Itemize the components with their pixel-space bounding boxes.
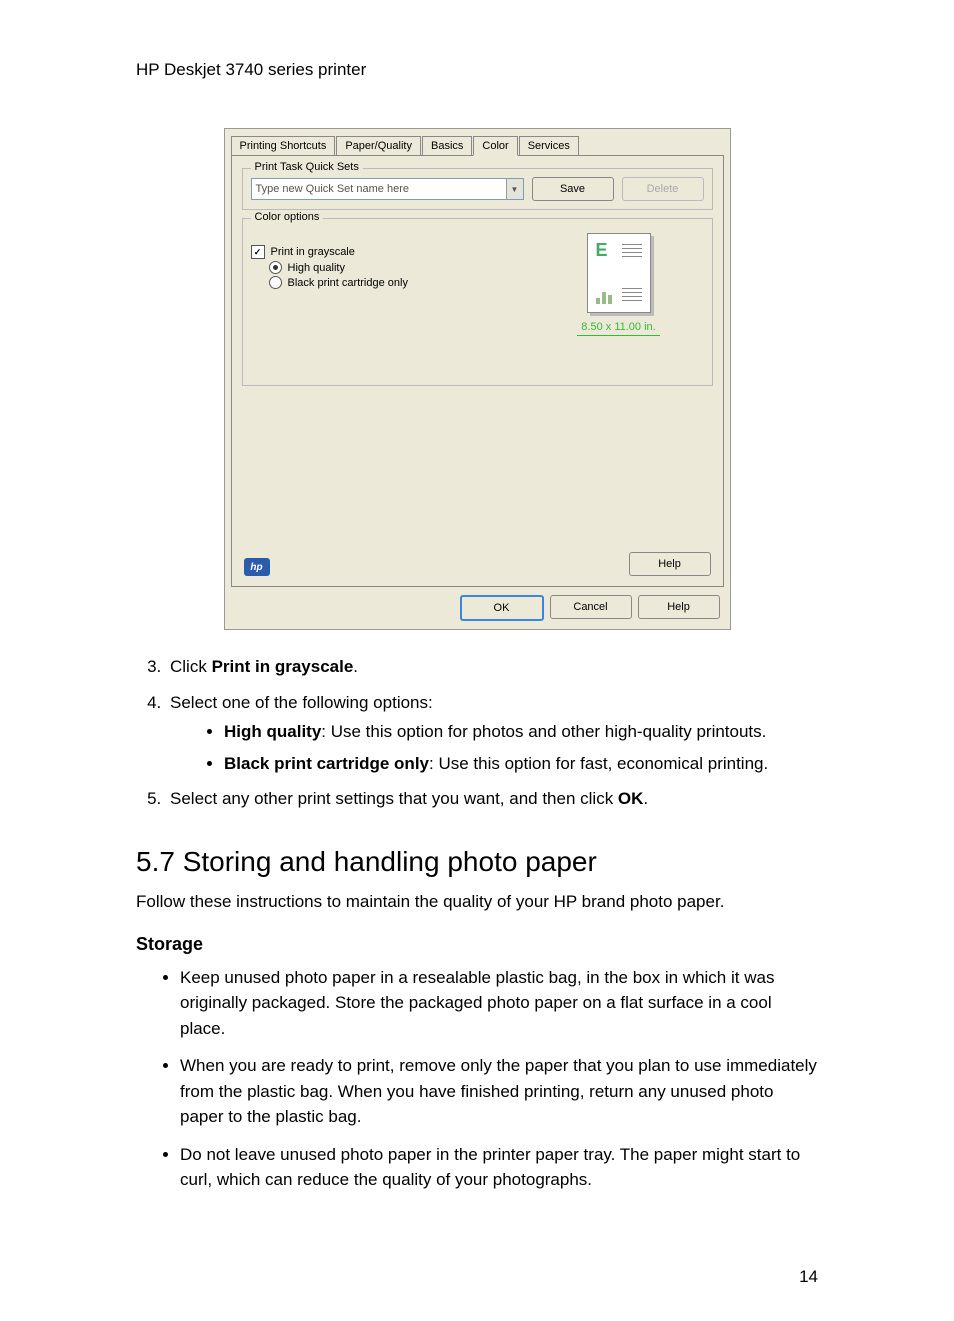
step3-pre: Click <box>170 657 212 676</box>
section-title: 5.7 Storing and handling photo paper <box>136 846 818 878</box>
storage-list: Keep unused photo paper in a resealable … <box>136 965 818 1193</box>
step4-hq-text: : Use this option for photos and other h… <box>321 722 766 741</box>
instruction-list: Click Print in grayscale. Select one of … <box>136 654 818 812</box>
black-cartridge-label: Black print cartridge only <box>288 277 408 289</box>
color-options-group: Color options ✓ Print in grayscale High … <box>242 218 713 386</box>
print-dialog-screenshot: Printing Shortcuts Paper/Quality Basics … <box>224 128 731 630</box>
radio-unselected-icon <box>269 276 282 289</box>
high-quality-label: High quality <box>288 262 345 274</box>
step5-post: . <box>643 789 648 808</box>
help-button[interactable]: Help <box>638 595 720 619</box>
preview-letter-icon: E <box>596 240 608 261</box>
step5-bold: OK <box>618 789 644 808</box>
step4-bk-bold: Black print cartridge only <box>224 754 429 773</box>
step3-bold: Print in grayscale <box>212 657 354 676</box>
step4-text: Select one of the following options: <box>170 693 433 712</box>
hp-logo-icon: hp <box>244 558 270 576</box>
dialog-button-row: OK Cancel Help <box>225 587 730 629</box>
tab-strip: Printing Shortcuts Paper/Quality Basics … <box>225 129 730 155</box>
tab-services[interactable]: Services <box>519 136 579 156</box>
checkbox-checked-icon: ✓ <box>251 245 265 259</box>
high-quality-radio[interactable]: High quality <box>269 261 534 274</box>
print-grayscale-label: Print in grayscale <box>271 246 355 258</box>
delete-button: Delete <box>622 177 704 201</box>
step5-pre: Select any other print settings that you… <box>170 789 618 808</box>
page-header: HP Deskjet 3740 series printer <box>136 60 818 80</box>
ok-button[interactable]: OK <box>460 595 544 621</box>
section-intro: Follow these instructions to maintain th… <box>136 892 818 912</box>
step-5: Select any other print settings that you… <box>166 786 818 812</box>
quick-set-name-input[interactable]: Type new Quick Set name here ▼ <box>251 178 524 200</box>
quick-sets-group: Print Task Quick Sets Type new Quick Set… <box>242 168 713 210</box>
save-button[interactable]: Save <box>532 177 614 201</box>
print-grayscale-checkbox[interactable]: ✓ Print in grayscale <box>251 245 534 259</box>
storage-item-2: When you are ready to print, remove only… <box>180 1053 818 1130</box>
step-3: Click Print in grayscale. <box>166 654 818 680</box>
black-cartridge-radio[interactable]: Black print cartridge only <box>269 276 534 289</box>
quick-set-placeholder: Type new Quick Set name here <box>256 183 409 195</box>
panel-help-button[interactable]: Help <box>629 552 711 576</box>
preview-lines2-icon <box>622 288 642 304</box>
storage-item-1: Keep unused photo paper in a resealable … <box>180 965 818 1042</box>
page-number: 14 <box>799 1267 818 1287</box>
cancel-button[interactable]: Cancel <box>550 595 632 619</box>
paper-size-label: 8.50 x 11.00 in. <box>577 319 659 336</box>
tab-paper-quality[interactable]: Paper/Quality <box>336 136 421 156</box>
radio-selected-icon <box>269 261 282 274</box>
step4-high-quality-item: High quality: Use this option for photos… <box>224 719 818 745</box>
preview-bars-icon <box>596 292 612 304</box>
tab-basics[interactable]: Basics <box>422 136 472 156</box>
step3-post: . <box>353 657 358 676</box>
step4-black-only-item: Black print cartridge only: Use this opt… <box>224 751 818 777</box>
step4-bk-text: : Use this option for fast, economical p… <box>429 754 768 773</box>
tab-panel-color: Print Task Quick Sets Type new Quick Set… <box>231 155 724 587</box>
chevron-down-icon[interactable]: ▼ <box>506 179 523 199</box>
quick-sets-legend: Print Task Quick Sets <box>251 161 363 173</box>
preview-lines-icon <box>622 244 642 260</box>
color-options-legend: Color options <box>251 211 324 223</box>
page-preview-thumbnail: E <box>587 233 651 313</box>
step-4: Select one of the following options: Hig… <box>166 690 818 777</box>
storage-item-3: Do not leave unused photo paper in the p… <box>180 1142 818 1193</box>
tab-color[interactable]: Color <box>473 136 517 156</box>
storage-heading: Storage <box>136 934 818 955</box>
step4-hq-bold: High quality <box>224 722 321 741</box>
step4-sublist: High quality: Use this option for photos… <box>170 719 818 776</box>
tab-printing-shortcuts[interactable]: Printing Shortcuts <box>231 136 336 156</box>
